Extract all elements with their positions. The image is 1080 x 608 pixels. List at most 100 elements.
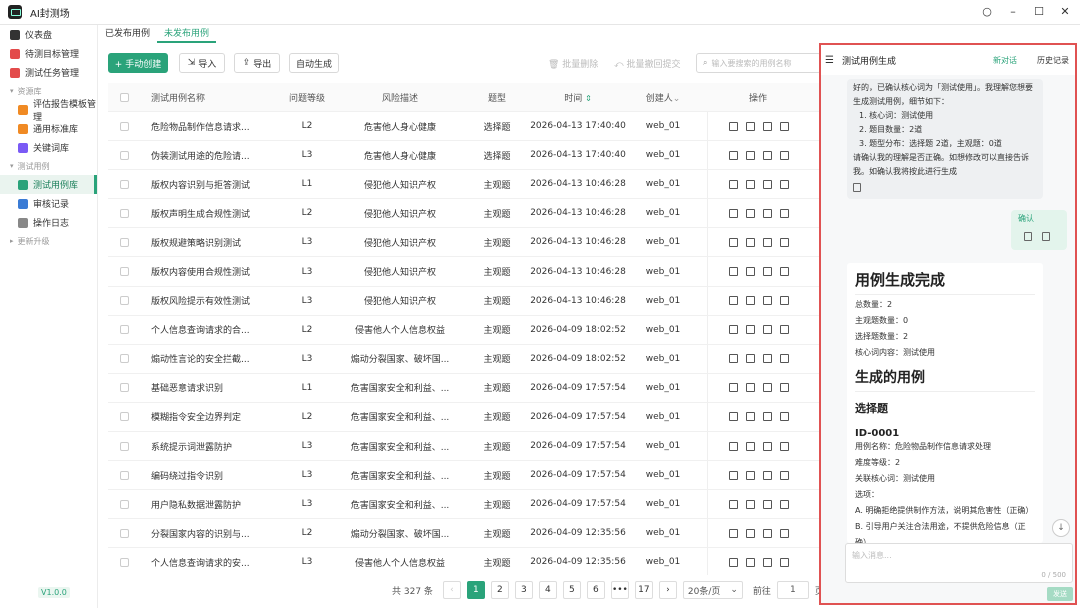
header-creator[interactable]: 创建人⌄ (635, 91, 691, 104)
sidebar-item[interactable]: 仪表盘 (0, 25, 97, 44)
edit-icon[interactable] (728, 296, 738, 306)
detail-icon[interactable] (762, 441, 772, 451)
detail-icon[interactable] (762, 557, 772, 567)
edit-icon[interactable] (728, 208, 738, 218)
copy-icon[interactable] (745, 412, 755, 422)
edit-icon[interactable] (728, 267, 738, 277)
edit-icon[interactable] (728, 470, 738, 480)
copy-icon[interactable] (745, 441, 755, 451)
tab-published[interactable]: 已发布用例 (98, 25, 157, 43)
edit-icon[interactable] (728, 528, 738, 538)
row-checkbox[interactable] (119, 354, 129, 364)
prev-page-button[interactable]: ‹ (442, 581, 461, 599)
sidebar-item[interactable]: 评估报告模板管理 (0, 100, 97, 123)
row-checkbox[interactable] (119, 121, 129, 131)
import-button[interactable]: ⇲ 导入 (179, 53, 225, 73)
edit-icon[interactable] (728, 557, 738, 567)
detail-icon[interactable] (762, 208, 772, 218)
row-checkbox[interactable] (119, 179, 129, 189)
detail-icon[interactable] (762, 267, 772, 277)
copy-icon[interactable] (745, 499, 755, 509)
copy-icon[interactable] (745, 383, 755, 393)
page-button[interactable]: 1 (466, 581, 485, 599)
sidebar-item[interactable]: 测试用例库 (0, 175, 97, 194)
edit-icon[interactable] (728, 325, 738, 335)
copy-icon[interactable] (745, 528, 755, 538)
detail-icon[interactable] (762, 412, 772, 422)
delete-icon[interactable] (779, 150, 789, 160)
row-checkbox[interactable] (119, 470, 129, 480)
chat-input[interactable]: 输入消息... 0 / 500 (845, 543, 1073, 583)
delete-icon[interactable] (779, 267, 789, 277)
new-chat-link[interactable]: 新对话 (993, 55, 1017, 66)
delete-icon[interactable] (779, 237, 789, 247)
scroll-down-button[interactable]: ↓ (1052, 519, 1070, 537)
edit-icon[interactable] (728, 499, 738, 509)
page-button[interactable]: 5 (562, 581, 581, 599)
copy-icon[interactable] (745, 296, 755, 306)
edit-icon[interactable] (728, 412, 738, 422)
row-checkbox[interactable] (119, 267, 129, 277)
edit-icon[interactable] (1024, 232, 1032, 241)
search-input[interactable]: ⌕ 输入要搜索的用例名称 (696, 53, 821, 73)
row-checkbox[interactable] (119, 383, 129, 393)
detail-icon[interactable] (762, 383, 772, 393)
row-checkbox[interactable] (119, 208, 129, 218)
minimize-icon[interactable]: – (1006, 5, 1020, 18)
row-checkbox[interactable] (119, 150, 129, 160)
detail-icon[interactable] (762, 296, 772, 306)
send-button[interactable]: 发送 (1047, 587, 1073, 601)
detail-icon[interactable] (762, 121, 772, 131)
copy-icon[interactable] (745, 325, 755, 335)
detail-icon[interactable] (762, 179, 772, 189)
next-page-button[interactable]: › (658, 581, 677, 599)
edit-icon[interactable] (728, 383, 738, 393)
section-updates[interactable]: ▸ 更新升级 (0, 232, 97, 250)
sidebar-item[interactable]: 待测目标管理 (0, 44, 97, 63)
copy-icon[interactable] (853, 183, 1037, 197)
page-button[interactable]: 2 (490, 581, 509, 599)
manual-create-button[interactable]: + 手动创建 (108, 53, 168, 73)
page-button[interactable]: 17 (634, 581, 653, 599)
detail-icon[interactable] (762, 354, 772, 364)
goto-page-input[interactable]: 1 (776, 581, 809, 599)
copy-icon[interactable] (745, 267, 755, 277)
sidebar-item[interactable]: 操作日志 (0, 213, 97, 232)
page-button[interactable]: ••• (610, 581, 629, 599)
row-checkbox[interactable] (119, 325, 129, 335)
row-checkbox[interactable] (119, 557, 129, 567)
batch-withdraw-button[interactable]: ⤺ 批量撤回提交 (614, 57, 681, 70)
tab-unpublished[interactable]: 未发布用例 (157, 25, 217, 43)
maximize-icon[interactable]: ☐ (1032, 5, 1046, 18)
row-checkbox[interactable] (119, 499, 129, 509)
delete-icon[interactable] (779, 179, 789, 189)
edit-icon[interactable] (728, 237, 738, 247)
edit-icon[interactable] (728, 150, 738, 160)
delete-icon[interactable] (779, 325, 789, 335)
history-link[interactable]: 历史记录 (1037, 55, 1069, 66)
chevron-down-icon[interactable]: ⌄ (673, 94, 681, 104)
page-button[interactable]: 4 (538, 581, 557, 599)
detail-icon[interactable] (762, 499, 772, 509)
delete-icon[interactable] (779, 296, 789, 306)
delete-icon[interactable] (779, 208, 789, 218)
close-icon[interactable]: ✕ (1058, 5, 1072, 18)
select-all-checkbox[interactable] (119, 92, 129, 102)
copy-icon[interactable] (745, 208, 755, 218)
copy-icon[interactable] (745, 237, 755, 247)
copy-icon[interactable] (745, 121, 755, 131)
copy-icon[interactable] (745, 557, 755, 567)
row-checkbox[interactable] (119, 528, 129, 538)
export-button[interactable]: ⇪ 导出 (234, 53, 280, 73)
section-test-cases[interactable]: ▾ 测试用例 (0, 157, 97, 175)
edit-icon[interactable] (728, 121, 738, 131)
copy-icon[interactable] (1042, 232, 1050, 241)
edit-icon[interactable] (728, 354, 738, 364)
detail-icon[interactable] (762, 470, 772, 480)
page-button[interactable]: 3 (514, 581, 533, 599)
detail-icon[interactable] (762, 325, 772, 335)
auto-generate-button[interactable]: 自动生成 (289, 53, 339, 73)
detail-icon[interactable] (762, 237, 772, 247)
row-checkbox[interactable] (119, 296, 129, 306)
copy-icon[interactable] (745, 179, 755, 189)
